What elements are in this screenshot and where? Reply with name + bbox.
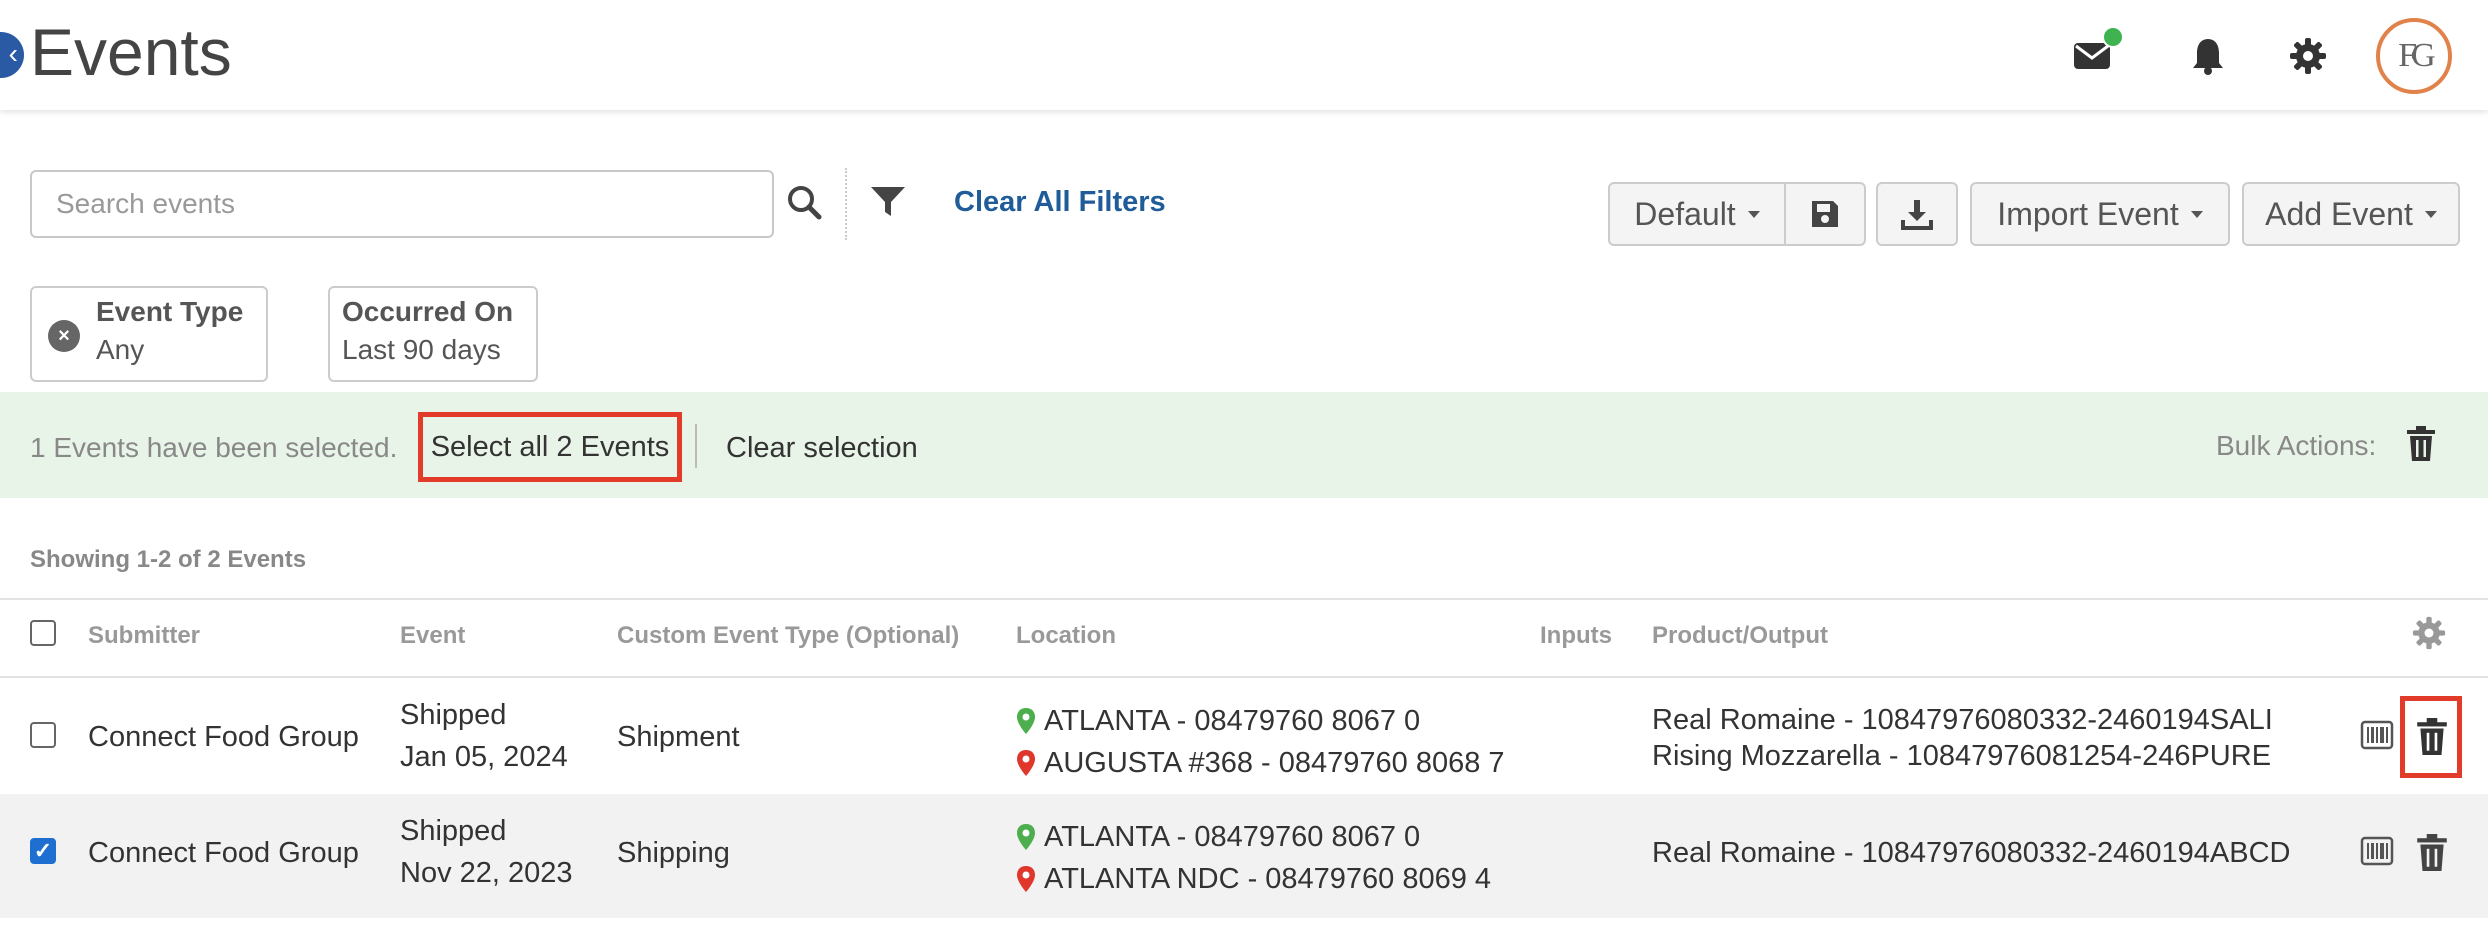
clear-all-filters-link[interactable]: Clear All Filters bbox=[954, 186, 1166, 219]
custom-type-cell: Shipment bbox=[617, 721, 740, 753]
notification-dot bbox=[2102, 26, 2124, 48]
trash-icon[interactable] bbox=[2416, 718, 2448, 761]
gear-icon[interactable] bbox=[2412, 616, 2446, 655]
add-event-button[interactable]: Add Event bbox=[2242, 182, 2460, 246]
column-header-submitter[interactable]: Submitter bbox=[88, 622, 200, 650]
product-item: Real Romaine - 10847976080332-2460194SAL… bbox=[1652, 704, 2273, 736]
chip-value: Last 90 days bbox=[342, 334, 501, 365]
save-view-button[interactable] bbox=[1784, 182, 1866, 246]
bell-icon[interactable] bbox=[2186, 34, 2230, 78]
divider bbox=[695, 424, 697, 468]
save-icon bbox=[1812, 201, 1838, 227]
product-cell: Real Romaine - 10847976080332-2460194ABC… bbox=[1652, 832, 2290, 874]
add-event-label: Add Event bbox=[2265, 195, 2413, 232]
close-icon[interactable]: × bbox=[48, 320, 80, 352]
back-icon[interactable]: ‹ bbox=[0, 32, 24, 78]
search-input[interactable]: Search events bbox=[30, 170, 774, 238]
column-header-event[interactable]: Event bbox=[400, 622, 465, 650]
import-event-button[interactable]: Import Event bbox=[1970, 182, 2230, 246]
table-top-border bbox=[0, 598, 2488, 600]
filter-chip-occurred-on[interactable]: Occurred On Last 90 days bbox=[328, 286, 538, 382]
product-item: Rising Mozzarella - 10847976081254-246PU… bbox=[1652, 740, 2272, 772]
location-to: AUGUSTA #368 - 08479760 8068 7 bbox=[1044, 747, 1505, 779]
product-cell: Real Romaine - 10847976080332-2460194SAL… bbox=[1652, 702, 2273, 774]
event-cell: Shipped Jan 05, 2024 bbox=[400, 694, 568, 778]
location-cell: ATLANTA - 08479760 8067 0 ATLANTA NDC - … bbox=[1016, 816, 1491, 900]
select-all-label: Select all 2 Events bbox=[430, 430, 670, 463]
select-all-checkbox[interactable] bbox=[30, 620, 56, 646]
page-title: Events bbox=[30, 15, 232, 89]
trash-icon[interactable] bbox=[2416, 834, 2448, 877]
location-to: ATLANTA NDC - 08479760 8069 4 bbox=[1044, 863, 1492, 895]
submitter-cell: Connect Food Group bbox=[88, 837, 359, 869]
top-bar: ‹ Events FG bbox=[0, 0, 2488, 110]
location-cell: ATLANTA - 08479760 8067 0 AUGUSTA #368 -… bbox=[1016, 700, 1505, 784]
submitter-cell: Connect Food Group bbox=[88, 721, 359, 753]
map-pin-icon bbox=[1017, 708, 1035, 734]
custom-type-cell: Shipping bbox=[617, 837, 730, 869]
avatar[interactable]: FG bbox=[2376, 18, 2452, 94]
event-date: Nov 22, 2023 bbox=[400, 857, 573, 889]
column-header-inputs[interactable]: Inputs bbox=[1540, 622, 1612, 650]
map-pin-icon bbox=[1017, 824, 1035, 850]
import-event-label: Import Event bbox=[1997, 195, 2179, 232]
clear-selection-button[interactable]: Clear selection bbox=[726, 432, 918, 465]
search-icon[interactable] bbox=[786, 184, 822, 225]
results-count: Showing 1-2 of 2 Events bbox=[30, 546, 307, 573]
chip-value: Any bbox=[96, 334, 145, 365]
location-from: ATLANTA - 08479760 8067 0 bbox=[1044, 821, 1421, 853]
trash-icon[interactable] bbox=[2406, 426, 2436, 467]
view-select-button[interactable]: Default bbox=[1608, 182, 1786, 246]
filter-icon[interactable] bbox=[870, 186, 906, 223]
selection-message: 1 Events have been selected. bbox=[30, 432, 398, 463]
column-header-location[interactable]: Location bbox=[1016, 622, 1116, 650]
column-header-product-output[interactable]: Product/Output bbox=[1652, 622, 1828, 650]
product-item: Real Romaine - 10847976080332-2460194ABC… bbox=[1652, 837, 2291, 869]
row-checkbox[interactable]: ✓ bbox=[30, 838, 56, 864]
event-type: Shipped bbox=[400, 699, 507, 731]
chevron-down-icon bbox=[1747, 210, 1760, 218]
map-pin-icon bbox=[1017, 866, 1035, 892]
select-all-button[interactable]: Select all 2 Events bbox=[418, 412, 682, 482]
barcode-icon[interactable] bbox=[2360, 718, 2396, 759]
event-date: Jan 05, 2024 bbox=[400, 741, 568, 773]
event-cell: Shipped Nov 22, 2023 bbox=[400, 810, 573, 894]
download-icon bbox=[1901, 200, 1933, 230]
column-header-custom-event-type[interactable]: Custom Event Type (Optional) bbox=[617, 622, 959, 650]
bulk-actions-label: Bulk Actions: bbox=[2216, 430, 2377, 461]
barcode-icon[interactable] bbox=[2360, 834, 2396, 875]
view-select-label: Default bbox=[1634, 195, 1736, 232]
chip-title: Event Type bbox=[96, 296, 244, 327]
chevron-down-icon bbox=[2190, 210, 2203, 218]
map-pin-icon bbox=[1017, 750, 1035, 776]
chevron-down-icon bbox=[2424, 210, 2437, 218]
gear-icon[interactable] bbox=[2286, 34, 2330, 78]
divider bbox=[845, 168, 847, 240]
filter-chip-event-type[interactable]: × Event Type Any bbox=[30, 286, 268, 382]
download-button[interactable] bbox=[1876, 182, 1958, 246]
row-checkbox[interactable] bbox=[30, 722, 56, 748]
location-from: ATLANTA - 08479760 8067 0 bbox=[1044, 705, 1421, 737]
chip-title: Occurred On bbox=[342, 296, 514, 327]
event-type: Shipped bbox=[400, 815, 507, 847]
